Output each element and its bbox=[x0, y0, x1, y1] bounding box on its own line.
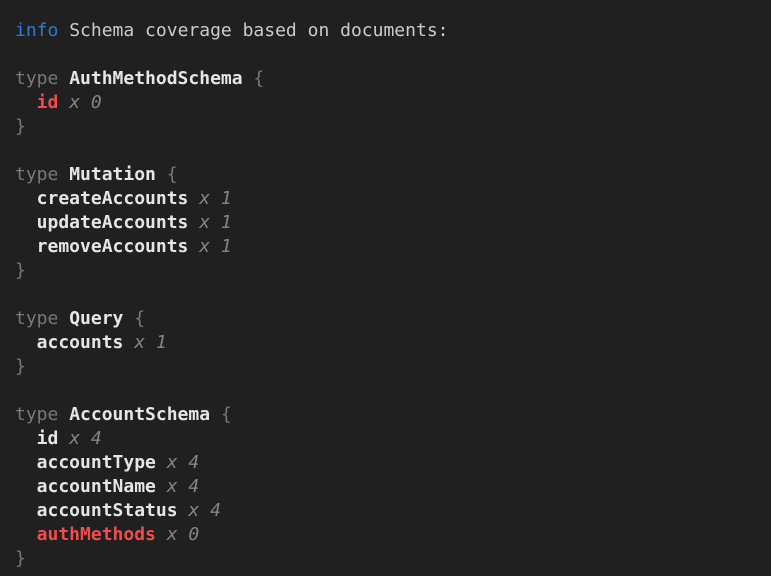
open-brace: { bbox=[123, 308, 145, 329]
type-close-line: } bbox=[15, 355, 761, 379]
type-name: Query bbox=[69, 308, 123, 329]
field-count: x 1 bbox=[188, 188, 231, 209]
field-line: removeAccounts x 1 bbox=[15, 235, 761, 259]
field-count: x 4 bbox=[178, 500, 221, 521]
field-line: accountType x 4 bbox=[15, 451, 761, 475]
open-brace: { bbox=[210, 404, 232, 425]
blank-line bbox=[15, 379, 761, 403]
blank-line bbox=[15, 283, 761, 307]
field-count: x 4 bbox=[58, 428, 101, 449]
field-count: x 4 bbox=[156, 452, 199, 473]
blank-line bbox=[15, 139, 761, 163]
type-keyword: type bbox=[15, 164, 69, 185]
info-tag: info bbox=[15, 20, 58, 41]
type-name: AuthMethodSchema bbox=[69, 68, 242, 89]
field-name: accountName bbox=[15, 476, 156, 497]
field-count: x 1 bbox=[188, 212, 231, 233]
close-brace: } bbox=[15, 356, 26, 377]
field-count: x 1 bbox=[123, 332, 166, 353]
blank-line bbox=[15, 43, 761, 67]
field-line: authMethods x 0 bbox=[15, 523, 761, 547]
field-count: x 0 bbox=[58, 92, 101, 113]
type-open-line: type AccountSchema { bbox=[15, 403, 761, 427]
type-name: AccountSchema bbox=[69, 404, 210, 425]
type-close-line: } bbox=[15, 259, 761, 283]
field-name: accounts bbox=[15, 332, 123, 353]
field-line: accountName x 4 bbox=[15, 475, 761, 499]
type-close-line: } bbox=[15, 115, 761, 139]
type-close-line: } bbox=[15, 547, 761, 571]
type-name: Mutation bbox=[69, 164, 156, 185]
type-open-line: type Query { bbox=[15, 307, 761, 331]
field-count: x 1 bbox=[188, 236, 231, 257]
field-name: accountType bbox=[15, 452, 156, 473]
type-open-line: type AuthMethodSchema { bbox=[15, 67, 761, 91]
type-keyword: type bbox=[15, 308, 69, 329]
log-message: Schema coverage based on documents: bbox=[58, 20, 448, 41]
field-line: id x 0 bbox=[15, 91, 761, 115]
field-line: accountStatus x 4 bbox=[15, 499, 761, 523]
field-line: createAccounts x 1 bbox=[15, 187, 761, 211]
field-name: removeAccounts bbox=[15, 236, 188, 257]
close-brace: } bbox=[15, 548, 26, 569]
log-line: info Schema coverage based on documents: bbox=[15, 19, 761, 43]
field-name: updateAccounts bbox=[15, 212, 188, 233]
terminal-output[interactable]: info Schema coverage based on documents:… bbox=[0, 0, 771, 576]
field-line: id x 4 bbox=[15, 427, 761, 451]
field-name: id bbox=[15, 92, 58, 113]
field-name: createAccounts bbox=[15, 188, 188, 209]
field-count: x 4 bbox=[156, 476, 199, 497]
open-brace: { bbox=[156, 164, 178, 185]
type-keyword: type bbox=[15, 68, 69, 89]
field-line: accounts x 1 bbox=[15, 331, 761, 355]
field-name: id bbox=[15, 428, 58, 449]
field-count: x 0 bbox=[156, 524, 199, 545]
type-keyword: type bbox=[15, 404, 69, 425]
type-open-line: type Mutation { bbox=[15, 163, 761, 187]
close-brace: } bbox=[15, 260, 26, 281]
close-brace: } bbox=[15, 116, 26, 137]
field-name: authMethods bbox=[15, 524, 156, 545]
open-brace: { bbox=[243, 68, 265, 89]
field-name: accountStatus bbox=[15, 500, 178, 521]
field-line: updateAccounts x 1 bbox=[15, 211, 761, 235]
